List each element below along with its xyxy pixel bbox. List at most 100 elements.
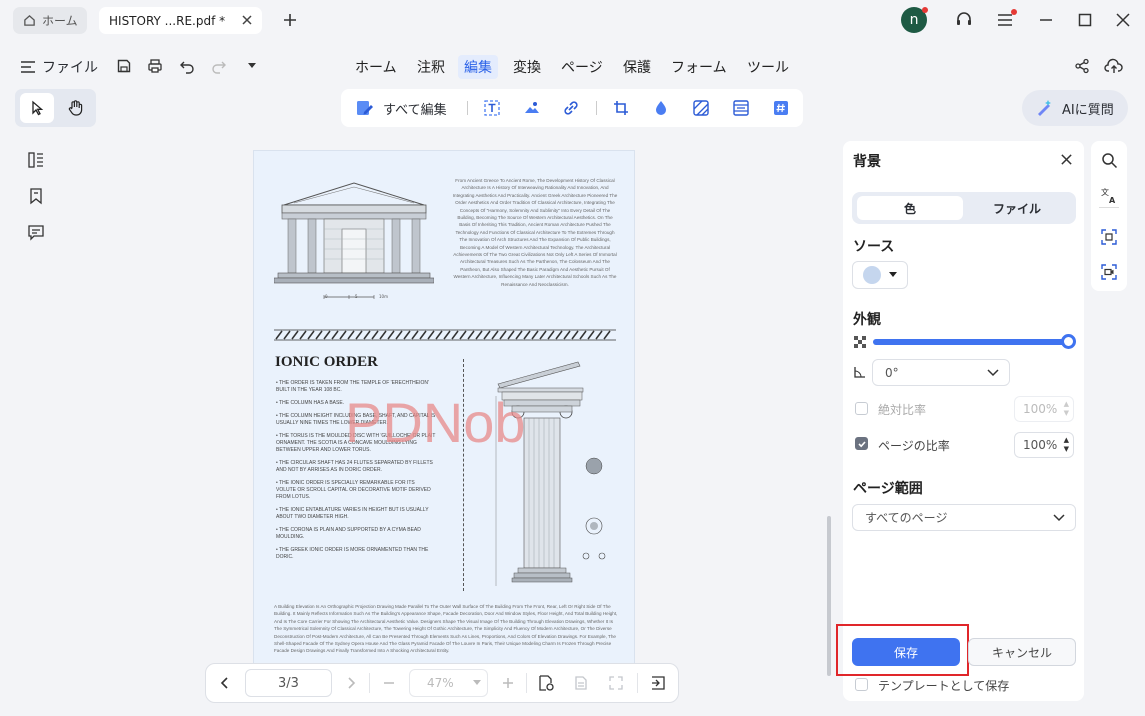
page-settings-icon[interactable] [536,673,556,693]
fit-page-icon[interactable] [606,673,626,693]
single-page-view-icon[interactable] [571,673,591,693]
page-ratio-input[interactable]: 100% ▲ ▼ [1014,432,1074,458]
file-menu[interactable]: ファイル [20,55,98,79]
undo-icon[interactable] [178,57,196,75]
color-picker[interactable] [852,261,908,289]
bookmark-icon[interactable] [25,185,47,207]
opacity-icon [853,335,867,349]
menu-item-protect[interactable]: 保護 [623,55,651,79]
page-range-chevron-icon [1053,514,1065,522]
scale-label-10m: 10m [379,294,388,299]
absolute-ratio-input[interactable]: 100% ▲ ▼ [1014,396,1074,422]
menu-item-form[interactable]: フォーム [671,55,727,79]
source-label: ソース [853,239,895,255]
zoom-value: 47% [427,676,454,690]
section-heading: IONIC ORDER [275,354,378,370]
hand-tool-icon[interactable] [60,93,92,123]
segment-file[interactable]: ファイル [964,196,1070,220]
minimize-icon[interactable] [1036,10,1056,30]
page-range-label: ページ範囲 [853,481,923,497]
menu-item-annotate[interactable]: 注釈 [417,55,445,79]
page-ratio-value: 100% [1023,438,1058,452]
menu-item-edit[interactable]: 編集 [458,55,498,79]
support-headset-icon[interactable] [954,10,974,30]
watermark-icon[interactable] [651,98,671,118]
temple-illustration [274,179,434,304]
page-range-select[interactable]: すべてのページ [852,504,1076,531]
tab-home[interactable]: ホーム [13,7,87,34]
close-tab-icon[interactable] [240,13,254,27]
bullet-item: • THE GREEK IONIC ORDER IS MORE ORNAMENT… [276,547,429,560]
rotation-select[interactable]: 0° [872,359,1010,386]
menu-item-convert[interactable]: 変換 [513,55,541,79]
thumbnails-icon[interactable] [25,149,47,171]
tab-document[interactable]: HISTORY ...RE.pdf * [99,7,262,34]
add-image-icon[interactable] [522,98,542,118]
bates-number-icon[interactable] [771,98,791,118]
absolute-ratio-stepper-icon: ▲ ▼ [1063,400,1069,417]
cancel-button[interactable]: キャンセル [968,638,1076,666]
menu-item-tools[interactable]: ツール [747,55,789,79]
pager-divider-2 [526,673,527,693]
save-template-checkbox[interactable] [855,678,868,691]
opacity-slider-handle[interactable] [1061,334,1076,349]
screen-record-icon[interactable] [1099,262,1119,282]
close-panel-icon[interactable] [1057,150,1075,168]
edit-all-button[interactable]: すべて編集 [355,98,447,118]
collapse-panel-icon[interactable] [648,673,668,693]
absolute-ratio-label: 絶対比率 [878,403,927,417]
segment-file-label: ファイル [992,201,1041,216]
quick-access-dropdown-icon[interactable] [244,58,260,74]
ocr-icon[interactable] [1099,227,1119,247]
page-ratio-checkbox[interactable] [855,437,868,450]
ai-sparkle-icon [1034,98,1054,118]
header-footer-icon[interactable] [731,98,751,118]
zoom-in-icon[interactable] [498,673,518,693]
cloud-upload-icon[interactable] [1104,57,1124,75]
vertical-scrollbar[interactable] [827,516,831,676]
zoom-dropdown-icon [473,680,481,686]
scale-label-0: 0 [325,294,328,299]
toolbar-divider [467,101,468,115]
absolute-ratio-checkbox[interactable] [855,402,868,415]
color-dropdown-icon [889,272,897,278]
share-icon[interactable] [1073,57,1091,75]
add-link-icon[interactable] [561,98,581,118]
page-number-input[interactable]: 3/3 [245,669,332,697]
prev-page-icon[interactable] [215,673,235,693]
rotation-value: 0° [885,365,899,380]
bullet-item: • THE IONIC ENTABLATURE VARIES IN HEIGHT… [276,507,429,520]
rail-divider [1099,207,1119,208]
zoom-out-icon[interactable] [379,673,399,693]
menu-item-page[interactable]: ページ [561,55,603,79]
save-button-label: 保存 [893,645,918,660]
background-icon[interactable] [691,98,711,118]
maximize-icon[interactable] [1075,10,1095,30]
search-icon[interactable] [1099,150,1119,170]
hamburger-icon [20,60,36,74]
comment-icon[interactable] [25,221,47,243]
select-tool-icon[interactable] [20,93,54,123]
close-window-icon[interactable] [1113,10,1133,30]
redo-icon[interactable] [210,57,228,75]
opacity-slider[interactable] [873,339,1069,345]
rotation-chevron-icon [987,369,999,377]
segment-color-label: 色 [903,201,916,216]
print-icon[interactable] [146,57,164,75]
menu-item-home[interactable]: ホーム [355,55,397,79]
add-text-icon[interactable] [482,98,502,118]
scale-label-5: 5 [355,294,358,299]
crop-icon[interactable] [611,98,631,118]
translate-icon[interactable]: 文A [1099,185,1119,205]
zoom-select[interactable]: 47% [409,669,488,697]
new-tab-icon[interactable] [280,10,300,30]
save-button[interactable]: 保存 [852,638,960,666]
home-icon [23,14,36,27]
segment-color[interactable]: 色 [857,196,963,220]
cancel-button-label: キャンセル [991,645,1052,660]
next-page-icon[interactable] [341,673,361,693]
intro-paragraph: From Ancient Greece To Ancient Rome, The… [452,178,618,287]
save-icon[interactable] [115,57,133,75]
menu-badge [1011,9,1017,15]
ask-ai-button[interactable]: AIに質問 [1022,90,1128,126]
